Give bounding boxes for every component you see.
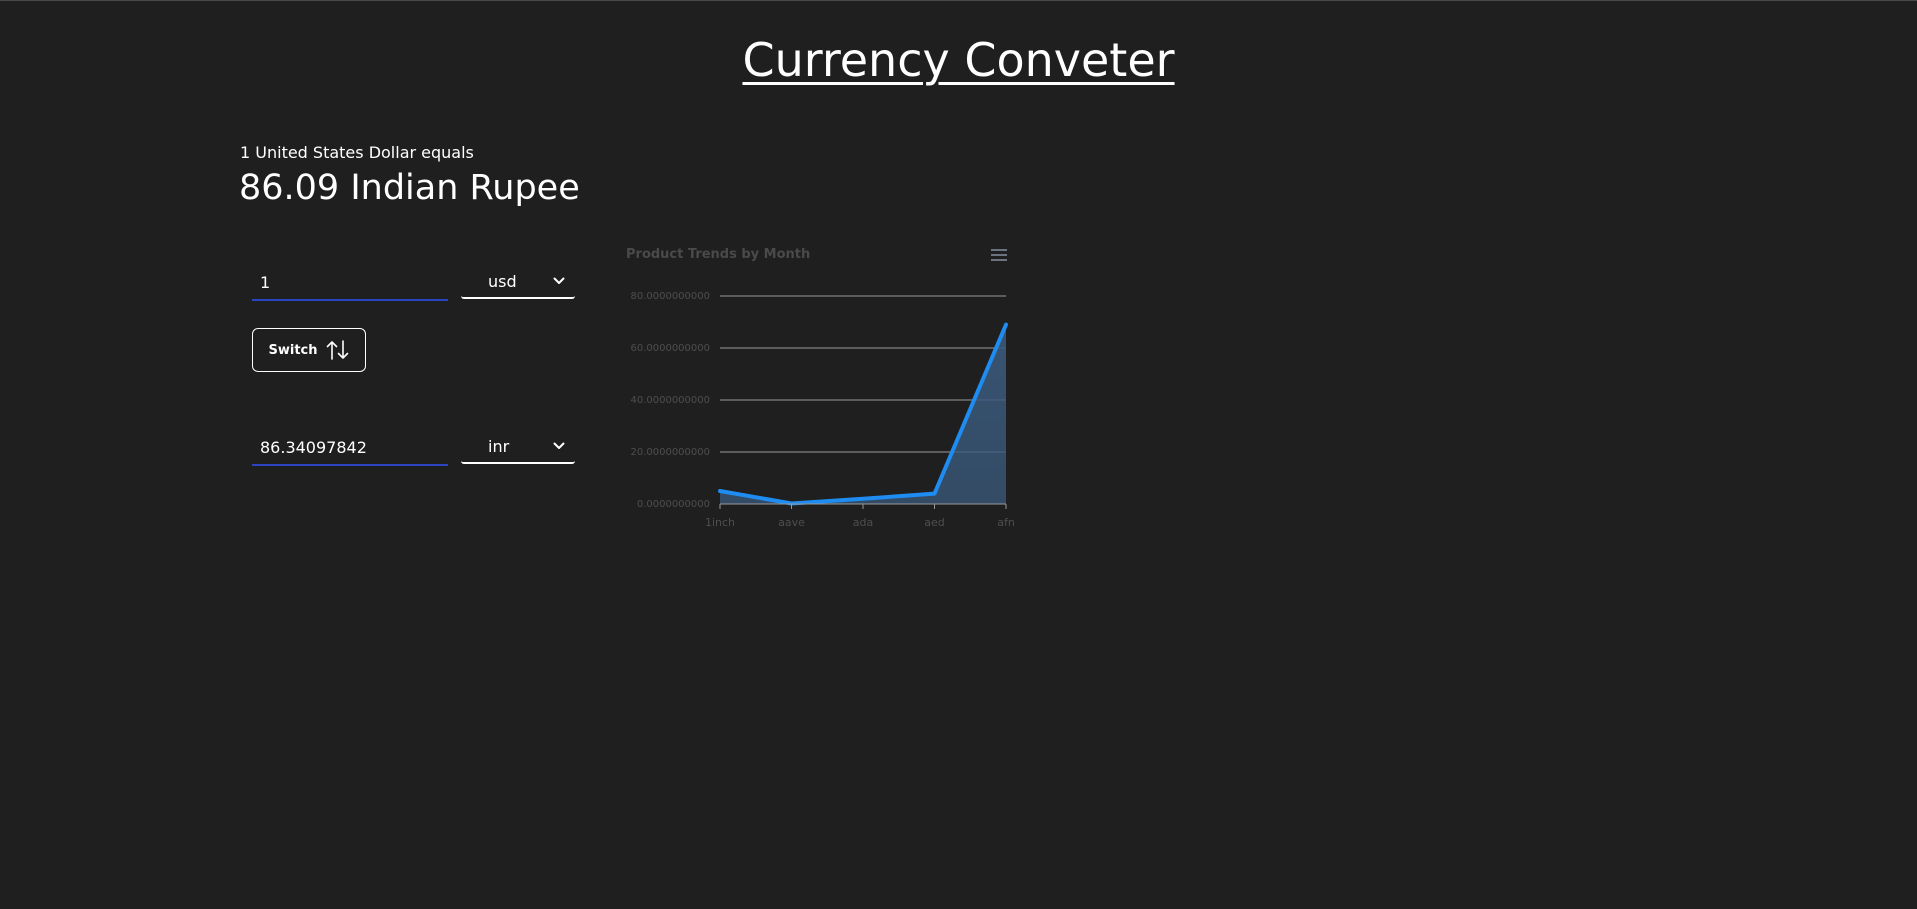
from-amount-field[interactable] [252,265,448,301]
x-tick-label: 1inch [705,516,735,529]
chart-menu-icon[interactable] [991,248,1007,262]
to-currency-value: inr [488,436,510,456]
swap-vertical-icon [326,340,348,360]
from-currency-value: usd [488,271,517,291]
to-amount-field[interactable] [252,430,448,466]
switch-button[interactable]: Switch [252,328,366,372]
x-tick-label: aed [924,516,945,529]
chart-title: Product Trends by Month [626,247,810,262]
y-tick-label: 80.0000000000 [630,291,710,302]
y-tick-label: 20.0000000000 [630,447,710,458]
x-tick-label: ada [853,516,873,529]
to-currency-select[interactable]: inr [461,430,575,464]
top-border [0,0,1917,1]
rate-result: 86.09 Indian Rupee [239,168,580,208]
page-title: Currency Conveter [742,33,1175,87]
trend-chart-svg: Product Trends by Month 0.0000000000 20.0… [626,247,1015,529]
series-area [720,324,1006,504]
chevron-down-icon [553,442,565,449]
trend-chart: Product Trends by Month 0.0000000000 20.0… [620,236,1020,536]
chevron-down-icon [553,277,565,284]
switch-button-label: Switch [268,342,318,358]
y-tick-label: 0.0000000000 [637,499,710,510]
rate-caption: 1 United States Dollar equals [240,143,474,162]
from-amount-input[interactable] [252,265,448,299]
x-tick-label: aave [778,516,805,529]
to-amount-input[interactable] [252,430,448,464]
x-tick-label: afn [997,516,1015,529]
y-tick-label: 40.0000000000 [630,395,710,406]
from-currency-select[interactable]: usd [461,265,575,299]
y-tick-label: 60.0000000000 [630,343,710,354]
